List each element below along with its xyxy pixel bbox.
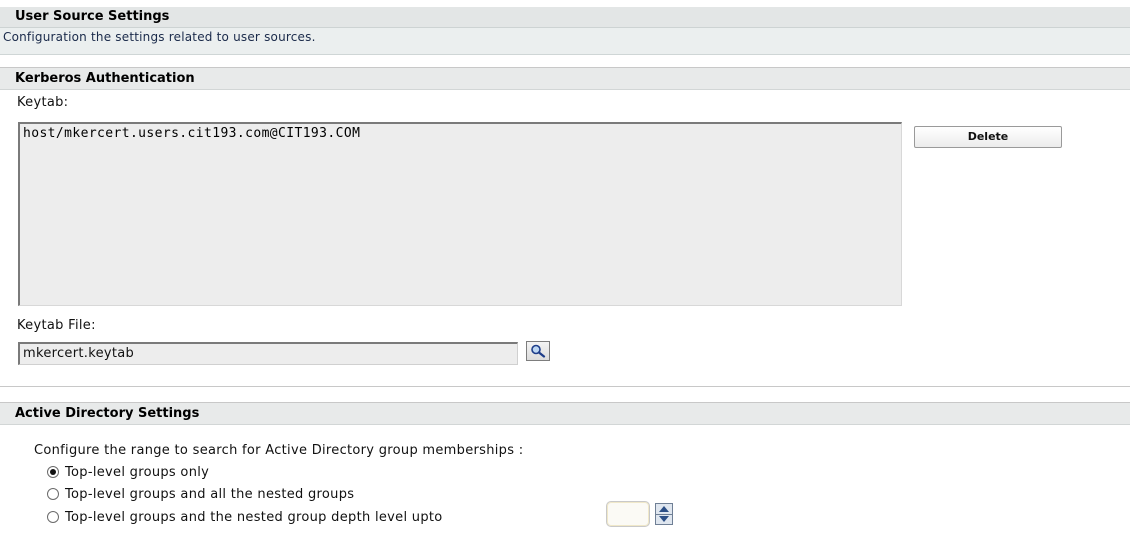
radio-nested-depth[interactable]: Top-level groups and the nested group de… [47,508,443,526]
keytab-list[interactable]: host/mkercert.users.cit193.com@CIT193.CO… [18,122,902,306]
radio-all-nested[interactable]: Top-level groups and all the nested grou… [47,485,354,503]
keytab-file-input[interactable]: mkercert.keytab [18,342,518,365]
magnifier-icon [531,344,546,358]
active-directory-title: Active Directory Settings [0,403,1130,425]
radio-button-checked[interactable] [47,466,59,478]
arrow-down-icon [659,516,669,522]
kerberos-title: Kerberos Authentication [0,68,1130,90]
depth-level-input[interactable] [606,501,650,527]
depth-spinner[interactable] [655,503,673,525]
user-source-section: User Source Settings Configuration the s… [0,7,1130,55]
radio-top-level-only[interactable]: Top-level groups only [47,463,209,481]
keytab-file-label: Keytab File: [17,318,96,333]
user-source-description: Configuration the settings related to us… [3,30,316,44]
keytab-label: Keytab: [17,95,69,110]
page: User Source Settings Configuration the s… [0,0,1130,542]
radio-label: Top-level groups and all the nested grou… [65,486,355,502]
active-directory-description: Configure the range to search for Active… [34,443,524,458]
radio-label: Top-level groups only [65,464,210,480]
radio-button[interactable] [47,488,59,500]
delete-button[interactable]: Delete [914,126,1062,148]
radio-button[interactable] [47,511,59,523]
spinner-down[interactable] [656,514,672,524]
arrow-up-icon [659,506,669,512]
user-source-title: User Source Settings [0,7,1130,28]
keytab-list-item[interactable]: host/mkercert.users.cit193.com@CIT193.CO… [23,126,360,141]
radio-label: Top-level groups and the nested group de… [65,509,443,525]
kerberos-panel: Kerberos Authentication Keytab: host/mke… [0,67,1130,387]
active-directory-panel: Active Directory Settings Configure the … [0,402,1130,542]
browse-button[interactable] [526,341,550,361]
